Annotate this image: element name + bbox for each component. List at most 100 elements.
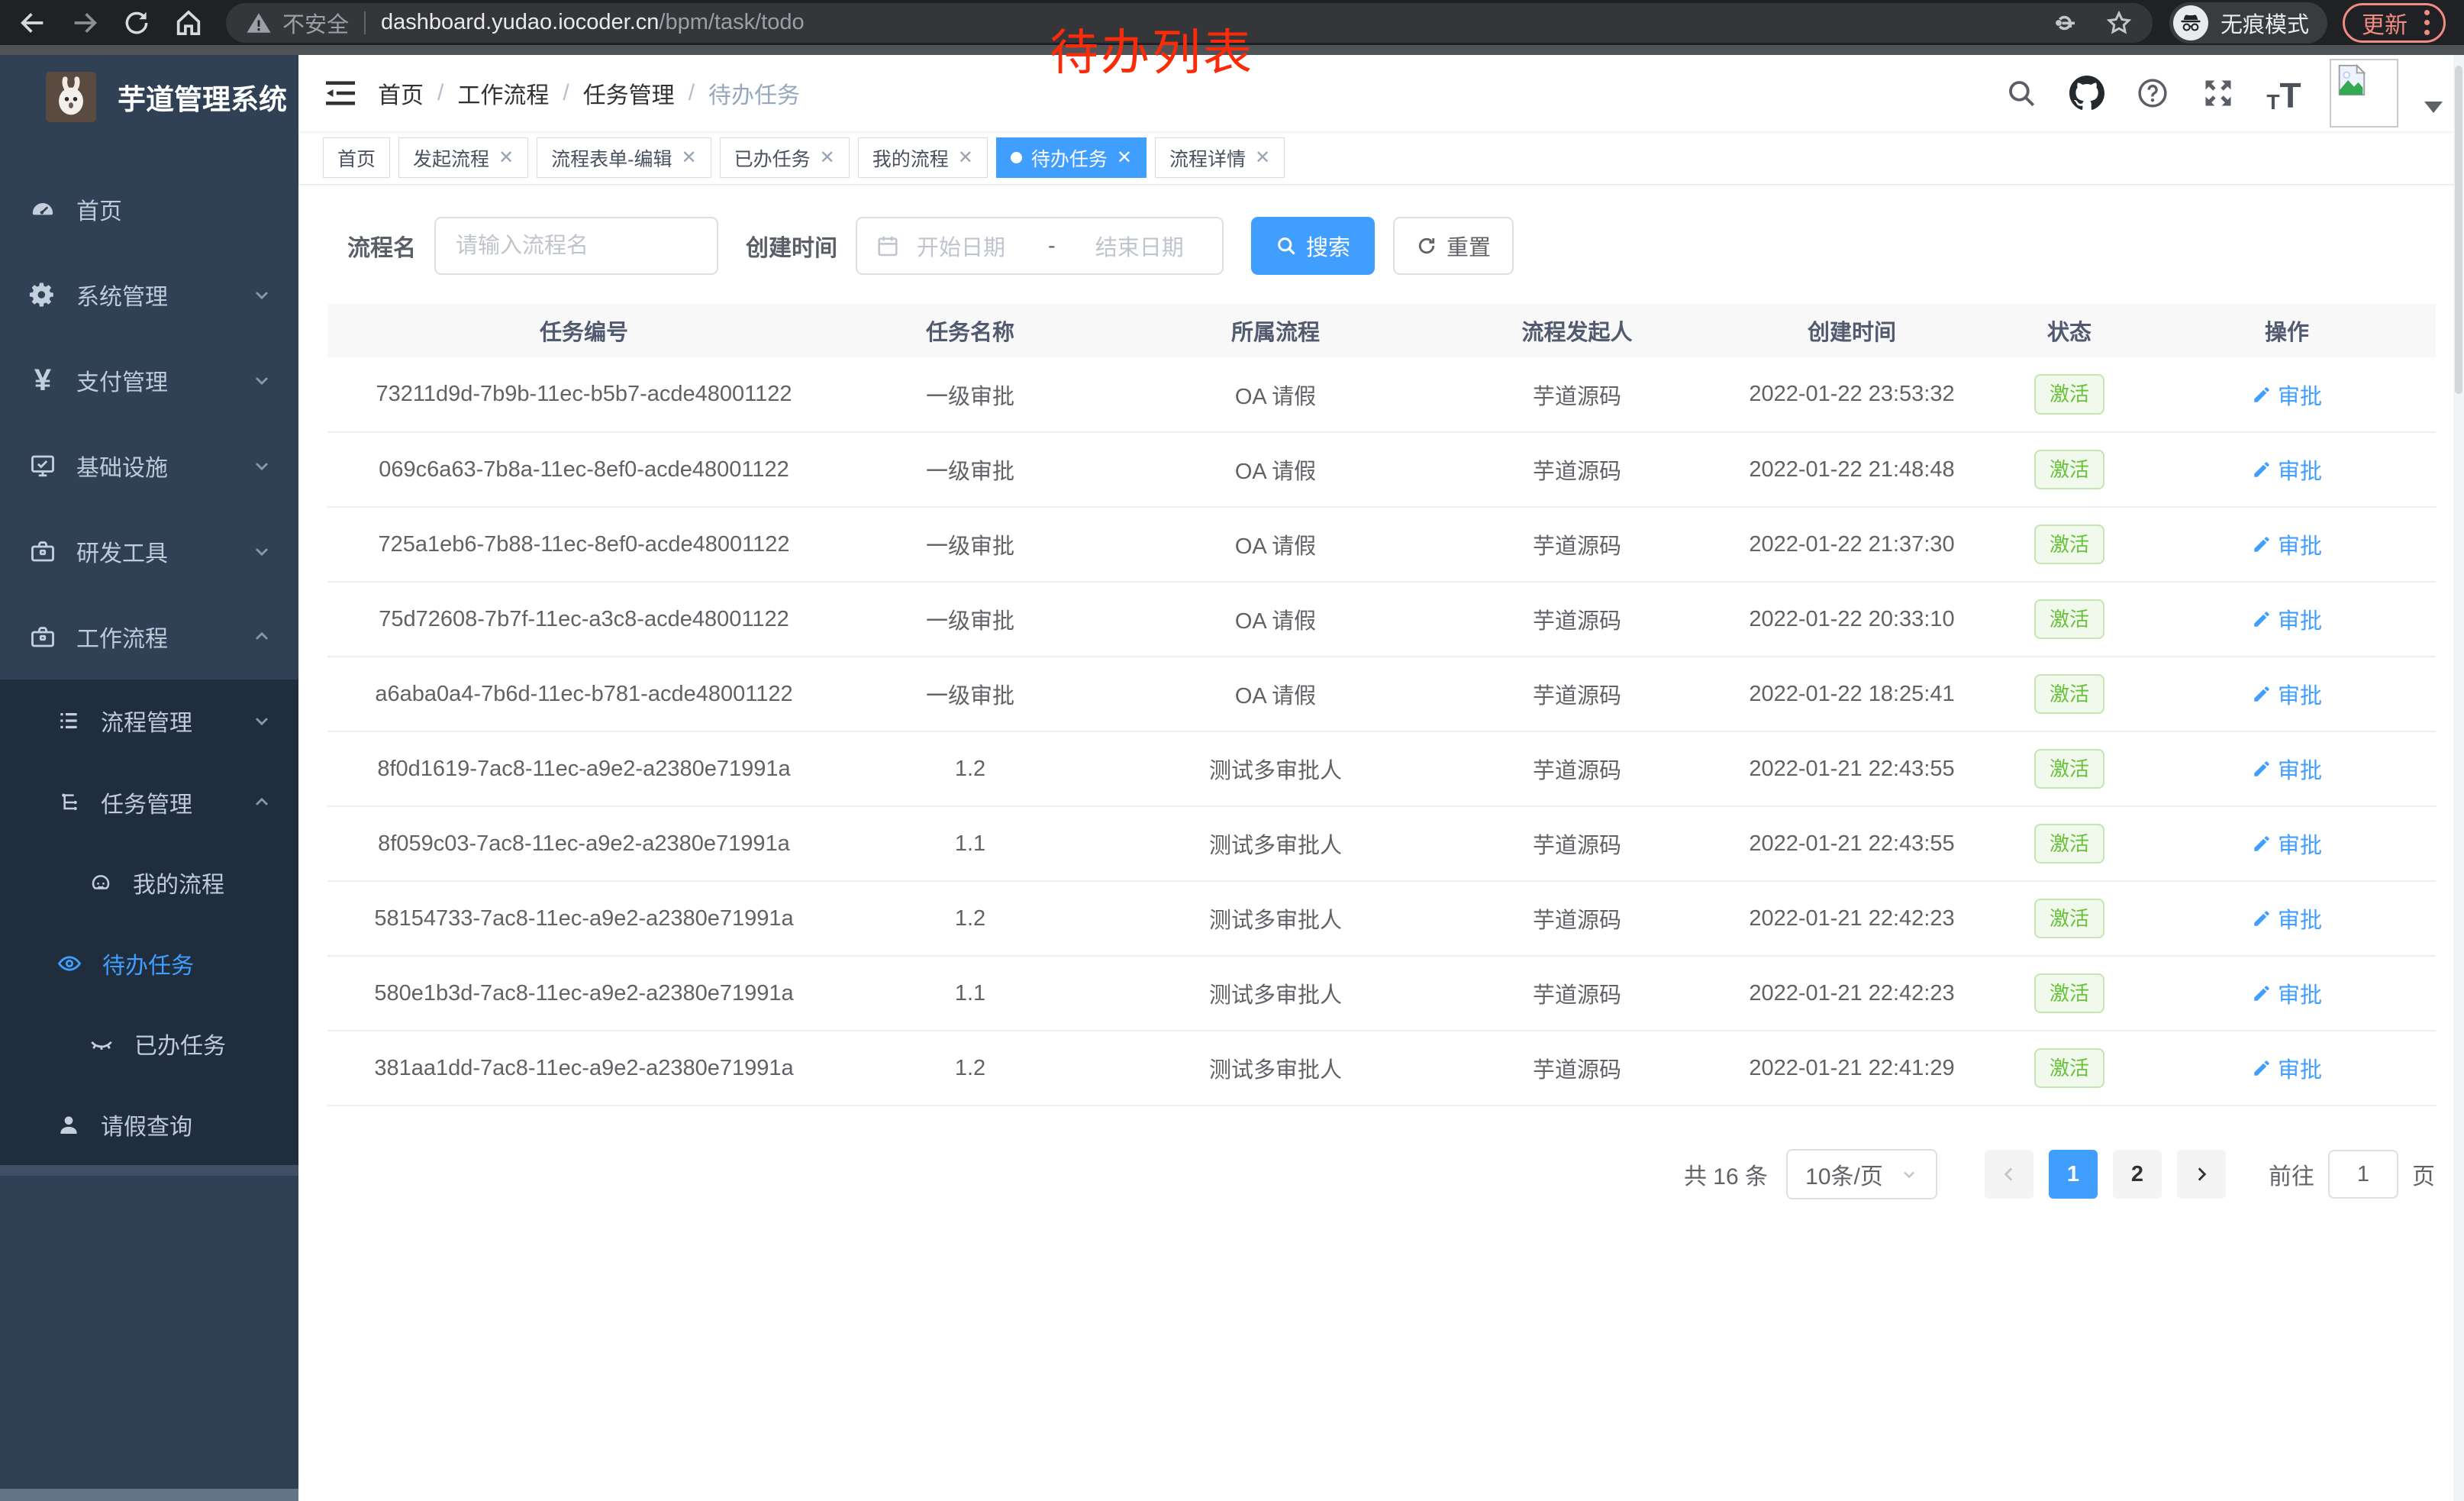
breadcrumb-task-management[interactable]: 任务管理 — [583, 76, 675, 110]
header-search-button[interactable] — [2001, 73, 2041, 113]
scrollbar-thumb[interactable] — [2455, 66, 2462, 394]
approve-link[interactable]: 审批 — [2252, 379, 2322, 411]
user-avatar[interactable] — [2330, 59, 2398, 128]
tab-close-icon[interactable]: ✕ — [498, 147, 514, 169]
browser-menu-icon[interactable] — [2421, 7, 2433, 38]
tab-label: 流程表单-编辑 — [551, 144, 672, 172]
approve-link[interactable]: 审批 — [2252, 678, 2322, 710]
browser-update-button[interactable]: 更新 — [2343, 3, 2446, 43]
approve-link[interactable]: 审批 — [2252, 828, 2322, 860]
logo-row: 芋道管理系统 — [0, 55, 298, 136]
cell-created: 2022-01-21 22:43:55 — [1703, 731, 2001, 806]
page-size-select[interactable]: 10条/页 — [1786, 1149, 1937, 1199]
cell-process: 测试多审批人 — [1100, 956, 1451, 1031]
page-button-1[interactable]: 1 — [2049, 1150, 2098, 1199]
table-row: 58154733-7ac8-11ec-a9e2-a2380e71991a 1.2… — [327, 881, 2436, 956]
browser-back-button[interactable] — [15, 5, 50, 40]
sidebar-item-todo-tasks[interactable]: 待办任务 — [0, 922, 298, 1004]
github-link[interactable] — [2067, 73, 2107, 113]
help-doc-button[interactable] — [2133, 73, 2172, 113]
cell-task-name: 1.1 — [840, 806, 1100, 881]
cell-process: 测试多审批人 — [1100, 731, 1451, 806]
fullscreen-button[interactable] — [2198, 73, 2238, 113]
sidebar-item-infrastructure[interactable]: 基础设施 — [0, 423, 298, 508]
workflow-submenu: 流程管理 任务管理 我的流程 待办任务 已办 — [0, 679, 298, 1165]
cell-created: 2022-01-21 22:42:23 — [1703, 881, 2001, 956]
approve-link[interactable]: 审批 — [2252, 977, 2322, 1009]
eye-closed-icon — [89, 1031, 114, 1057]
sidebar-item-home[interactable]: 首页 — [0, 166, 298, 252]
view-tab[interactable]: 我的流程 ✕ — [858, 137, 988, 178]
sidebar-item-process-management[interactable]: 流程管理 — [0, 679, 298, 761]
approve-link[interactable]: 审批 — [2252, 753, 2322, 785]
tags-view-bar: 首页 发起流程 ✕ 流程表单-编辑 ✕ 已办任务 — [298, 131, 2464, 185]
browser-refresh-button[interactable] — [119, 5, 154, 40]
page-scrollbar[interactable] — [2453, 55, 2464, 1501]
tab-close-icon[interactable]: ✕ — [958, 147, 973, 169]
next-page-button[interactable] — [2177, 1150, 2226, 1199]
browser-home-button[interactable] — [171, 5, 206, 40]
page-button-2[interactable]: 2 — [2113, 1150, 2162, 1199]
fullscreen-icon — [2201, 76, 2235, 110]
top-navbar: 首页 / 工作流程 / 任务管理 / 待办任务 — [298, 55, 2464, 131]
status-badge: 激活 — [2034, 973, 2104, 1014]
process-name-input[interactable] — [434, 217, 718, 275]
view-tab[interactable]: 待办任务 ✕ — [996, 137, 1147, 178]
view-tab[interactable]: 发起流程 ✕ — [398, 137, 528, 178]
sidebar-item-my-process[interactable]: 我的流程 — [0, 843, 298, 922]
filter-bar: 流程名 创建时间 开始日期 - 结束日期 搜索 重置 — [347, 217, 2435, 275]
breadcrumb-workflow[interactable]: 工作流程 — [457, 76, 549, 110]
view-tab[interactable]: 流程表单-编辑 ✕ — [537, 137, 711, 178]
font-size-button[interactable]: TT — [2264, 73, 2304, 113]
date-range-picker[interactable]: 开始日期 - 结束日期 — [856, 217, 1224, 275]
view-tab[interactable]: 已办任务 ✕ — [720, 137, 850, 178]
tab-close-icon[interactable]: ✕ — [1117, 147, 1132, 169]
table-row: 580e1b3d-7ac8-11ec-a9e2-a2380e71991a 1.1… — [327, 956, 2436, 1031]
status-badge: 激活 — [2034, 450, 2104, 490]
approve-link[interactable]: 审批 — [2252, 454, 2322, 486]
chevron-down-icon — [251, 370, 273, 391]
reset-button[interactable]: 重置 — [1393, 217, 1514, 275]
tab-close-icon[interactable]: ✕ — [820, 147, 835, 169]
sidebar-item-label: 基础设施 — [76, 449, 168, 483]
sidebar-item-payment[interactable]: ¥ 支付管理 — [0, 337, 298, 423]
sidebar-item-workflow[interactable]: 工作流程 — [0, 594, 298, 679]
table-row: 725a1eb6-7b88-11ec-8ef0-acde48001122 一级审… — [327, 507, 2436, 582]
sidebar-item-done-tasks[interactable]: 已办任务 — [0, 1004, 298, 1083]
yuan-icon: ¥ — [29, 366, 56, 394]
table-row: 381aa1dd-7ac8-11ec-a9e2-a2380e71991a 1.2… — [327, 1031, 2436, 1106]
sidebar-item-label: 请假查询 — [101, 1108, 192, 1141]
approve-link[interactable]: 审批 — [2252, 528, 2322, 560]
approve-link[interactable]: 审批 — [2252, 603, 2322, 635]
sidebar-item-leave-query[interactable]: 请假查询 — [0, 1083, 298, 1165]
search-button[interactable]: 搜索 — [1251, 217, 1375, 275]
col-task-id: 任务编号 — [327, 304, 840, 357]
dashboard-icon — [29, 195, 56, 223]
cell-initiator: 芋道源码 — [1451, 507, 1703, 582]
sidebar-collapse-button[interactable] — [323, 76, 358, 111]
browser-forward-button[interactable] — [67, 5, 102, 40]
view-tab[interactable]: 流程详情 ✕ — [1155, 137, 1285, 178]
sidebar-item-task-management[interactable]: 任务管理 — [0, 761, 298, 843]
hamburger-indent-icon — [324, 79, 356, 108]
sidebar-item-label: 研发工具 — [76, 534, 168, 568]
tab-close-icon[interactable]: ✕ — [681, 147, 696, 169]
sidebar-item-system[interactable]: 系统管理 — [0, 252, 298, 337]
table-row: a6aba0a4-7b6d-11ec-b781-acde48001122 一级审… — [327, 657, 2436, 731]
approve-link[interactable]: 审批 — [2252, 902, 2322, 934]
breadcrumb-home[interactable]: 首页 — [378, 76, 424, 110]
tab-close-icon[interactable]: ✕ — [1255, 147, 1270, 169]
bookmark-star-icon[interactable] — [2105, 9, 2133, 37]
sidebar-item-dev-tools[interactable]: 研发工具 — [0, 508, 298, 594]
approve-link[interactable]: 审批 — [2252, 1052, 2322, 1084]
list-icon — [56, 709, 81, 733]
password-key-icon[interactable] — [2052, 9, 2079, 37]
omnibox-divider — [364, 11, 366, 34]
breadcrumb-current: 待办任务 — [708, 76, 800, 110]
goto-page-input[interactable] — [2328, 1150, 2398, 1199]
prev-page-button[interactable] — [1985, 1150, 2033, 1199]
process-name-label: 流程名 — [347, 229, 416, 263]
search-icon — [2005, 77, 2037, 109]
avatar-dropdown-caret[interactable] — [2424, 102, 2443, 113]
view-tab[interactable]: 首页 — [323, 137, 390, 178]
